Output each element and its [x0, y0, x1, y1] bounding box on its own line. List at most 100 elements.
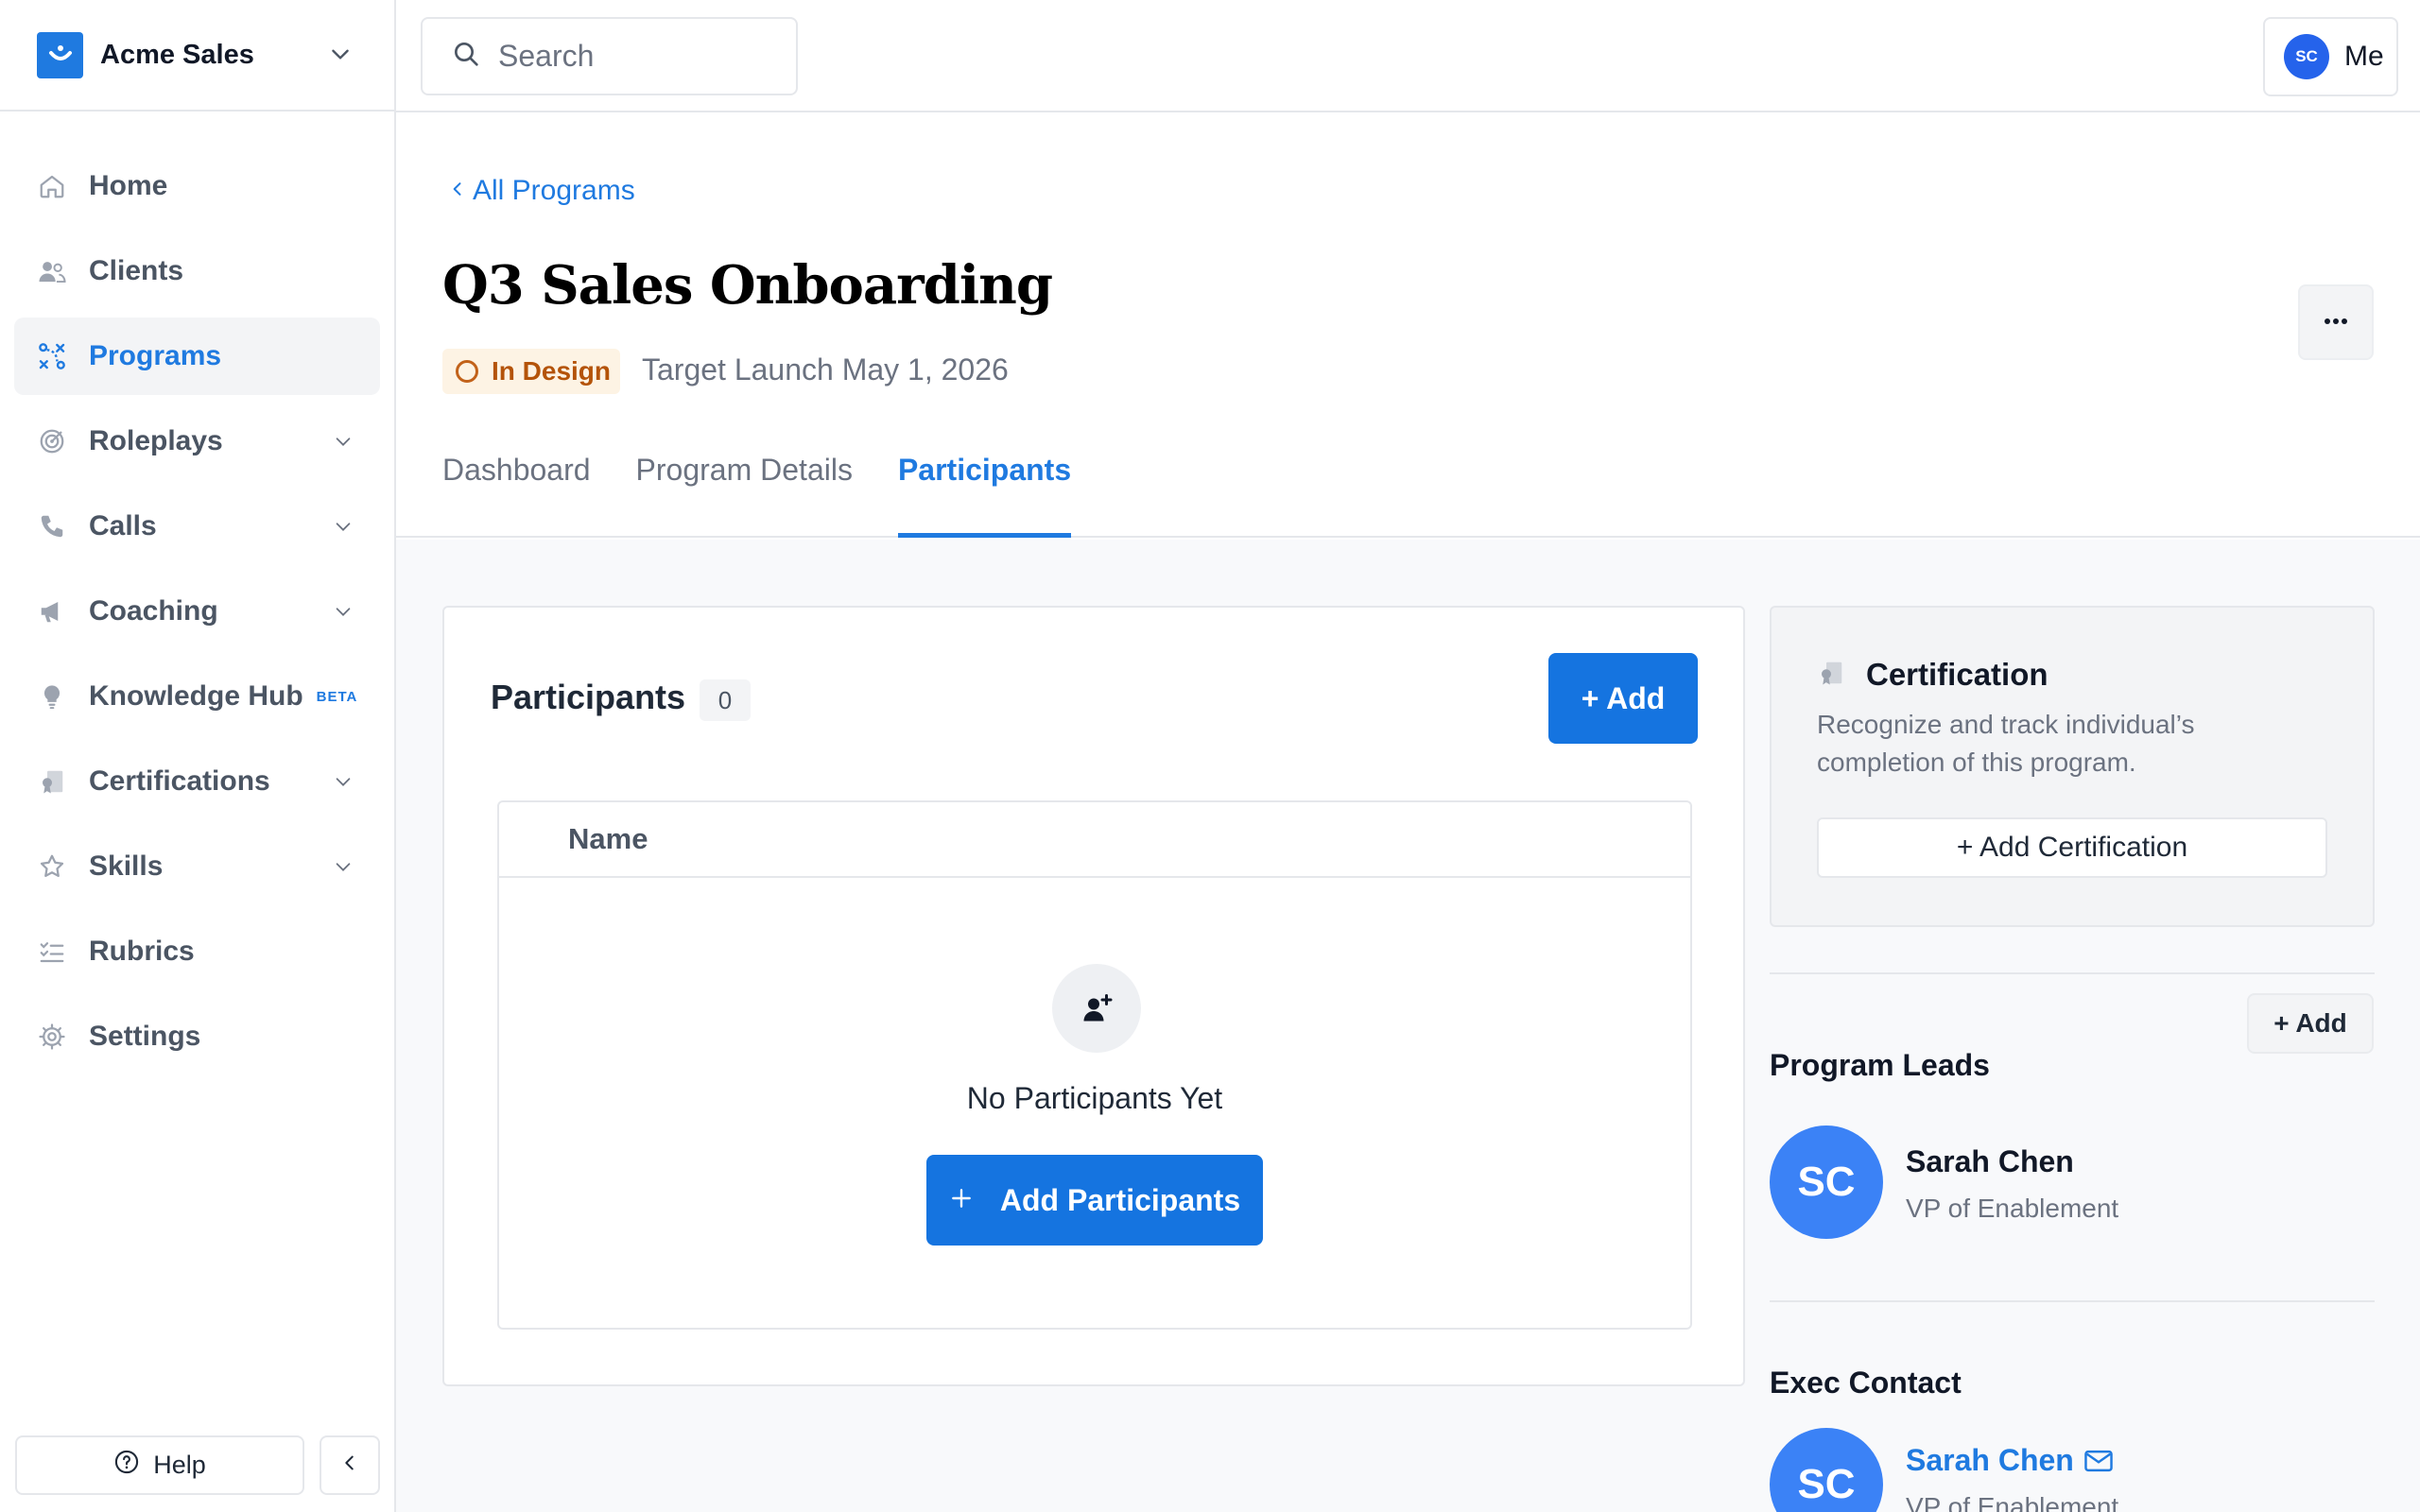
sidebar-item-label: Certifications [89, 765, 270, 797]
certification-card: Certification Recognize and track indivi… [1770, 606, 2375, 927]
sidebar-item-knowledge-hub[interactable]: Knowledge Hub BETA [14, 658, 380, 735]
sidebar-item-skills[interactable]: Skills [14, 828, 380, 905]
exec-contact-name-link[interactable]: Sarah Chen [1906, 1443, 2114, 1478]
participants-count-badge: 0 [700, 679, 751, 721]
main-content: Participants 0 + Add Name No Participant… [396, 540, 2420, 1512]
empty-state-text: No Participants Yet [966, 1081, 1223, 1115]
tab-program-details[interactable]: Program Details [636, 453, 853, 538]
add-user-icon [1052, 964, 1141, 1053]
sidebar-item-label: Settings [89, 1021, 201, 1052]
avatar: SC [2284, 34, 2329, 79]
sidebar-item-label: Programs [89, 340, 222, 371]
search-input[interactable]: Search [421, 17, 798, 95]
participants-title: Participants [491, 678, 686, 716]
ellipsis-icon [2322, 314, 2350, 331]
certification-description: Recognize and track individual’s complet… [1817, 710, 2195, 777]
sidebar-item-label: Calls [89, 510, 157, 541]
org-name: Acme Sales [100, 39, 254, 70]
chevron-down-icon [328, 42, 353, 71]
org-logo-icon [37, 31, 83, 78]
exec-contact-title: Exec Contact [1770, 1366, 1962, 1400]
sidebar-item-roleplays[interactable]: Roleplays [14, 403, 380, 480]
sidebar-item-label: Knowledge Hub [89, 680, 303, 712]
chevron-down-icon [333, 771, 354, 797]
sidebar-item-settings[interactable]: Settings [14, 998, 380, 1075]
user-menu-label: Me [2344, 41, 2384, 72]
page-header: All Programs Q3 Sales Onboarding In Desi… [396, 112, 2420, 538]
column-header-name[interactable]: Name [499, 802, 1690, 878]
star-icon [36, 850, 68, 883]
page-title: Q3 Sales Onboarding [442, 254, 1053, 317]
tab-dashboard[interactable]: Dashboard [442, 453, 591, 538]
sidebar-nav: Home Clients Programs Roleplays Calls Co… [14, 147, 380, 1083]
chevron-down-icon [333, 856, 354, 882]
add-certification-button[interactable]: + Add Certification [1817, 817, 2327, 878]
search-placeholder: Search [498, 39, 595, 73]
program-lead-name: Sarah Chen [1906, 1144, 2074, 1178]
sidebar-item-coaching[interactable]: Coaching [14, 573, 380, 650]
org-switcher[interactable]: Acme Sales [0, 0, 394, 112]
gear-icon [36, 1021, 68, 1053]
chevron-left-icon [339, 1452, 360, 1478]
sidebar-item-programs[interactable]: Programs [14, 318, 380, 395]
back-link-label: All Programs [473, 175, 635, 206]
sidebar-item-label: Skills [89, 850, 164, 882]
help-icon [113, 1449, 140, 1482]
chevron-down-icon [333, 431, 354, 456]
sidebar-item-calls[interactable]: Calls [14, 488, 380, 565]
back-link[interactable]: All Programs [448, 175, 635, 207]
sidebar-item-home[interactable]: Home [14, 147, 380, 225]
programs-icon [36, 340, 68, 372]
chevron-left-icon [448, 175, 467, 207]
add-participants-button[interactable]: Add Participants [926, 1155, 1263, 1246]
help-label: Help [153, 1451, 206, 1479]
help-button[interactable]: Help [15, 1435, 304, 1495]
user-menu-button[interactable]: SC Me [2263, 17, 2398, 96]
phone-icon [36, 510, 68, 542]
sidebar: Acme Sales Home Clients Programs Rolepla… [0, 0, 396, 1512]
search-icon [451, 39, 481, 74]
top-bar: Search SC Me [396, 0, 2420, 112]
avatar: SC [1770, 1125, 1883, 1239]
avatar: SC [1770, 1428, 1883, 1512]
status-badge: In Design [442, 349, 621, 394]
sidebar-item-rubrics[interactable]: Rubrics [14, 913, 380, 990]
add-program-lead-button[interactable]: + Add [2247, 993, 2374, 1054]
participants-card: Participants 0 + Add Name No Participant… [442, 606, 1745, 1386]
sidebar-item-label: Coaching [89, 595, 218, 627]
megaphone-icon [36, 595, 68, 627]
tab-bar: Dashboard Program Details Participants [442, 453, 1116, 538]
status-text: In Design [492, 356, 612, 386]
chevron-down-icon [333, 516, 354, 541]
checklist-icon [36, 936, 68, 968]
more-options-button[interactable] [2298, 284, 2374, 360]
sidebar-item-label: Rubrics [89, 936, 195, 967]
plus-icon [949, 1183, 974, 1218]
sidebar-item-certifications[interactable]: Certifications [14, 743, 380, 820]
divider [1770, 972, 2375, 974]
exec-contact-name: Sarah Chen [1906, 1443, 2074, 1477]
divider [1770, 1300, 2375, 1302]
chevron-down-icon [333, 601, 354, 627]
mail-icon[interactable] [2083, 1449, 2114, 1473]
sidebar-item-label: Roleplays [89, 425, 223, 456]
program-leads-title: Program Leads [1770, 1048, 1990, 1082]
lightbulb-icon [36, 680, 68, 713]
certificate-icon [36, 765, 68, 798]
certificate-icon [1817, 659, 1845, 692]
sidebar-item-label: Clients [89, 255, 184, 286]
target-launch: Target Launch May 1, 2026 [642, 352, 1009, 387]
tab-participants[interactable]: Participants [897, 453, 1072, 538]
sidebar-item-label: Home [89, 170, 168, 201]
beta-badge: BETA [316, 688, 358, 705]
home-icon [36, 170, 68, 202]
add-participant-button[interactable]: + Add [1548, 653, 1698, 744]
collapse-sidebar-button[interactable] [320, 1435, 380, 1495]
clients-icon [36, 255, 68, 287]
exec-contact-role: VP of Enablement [1906, 1492, 2119, 1512]
program-lead-role: VP of Enablement [1906, 1194, 2119, 1223]
add-participants-label: Add Participants [999, 1182, 1241, 1217]
sidebar-item-clients[interactable]: Clients [14, 232, 380, 310]
status-circle-icon [456, 360, 478, 383]
certification-header: Certification [1817, 657, 2048, 693]
